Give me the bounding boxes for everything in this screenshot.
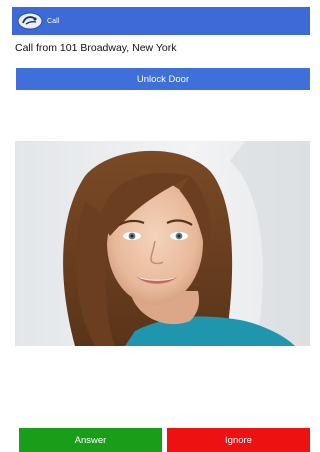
call-screen: Call Call from 101 Broadway, New York Un… — [12, 7, 310, 452]
caller-video-feed — [15, 141, 310, 346]
app-title: Call — [47, 17, 60, 25]
answer-button[interactable]: Answer — [19, 428, 162, 452]
ignore-button[interactable]: Ignore — [167, 428, 310, 452]
app-bar: Call — [12, 7, 310, 35]
caller-info-text: Call from 101 Broadway, New York — [15, 42, 177, 54]
call-action-row: Answer Ignore — [19, 428, 310, 452]
phone-call-logo-icon — [16, 11, 44, 31]
unlock-door-button[interactable]: Unlock Door — [16, 68, 310, 90]
